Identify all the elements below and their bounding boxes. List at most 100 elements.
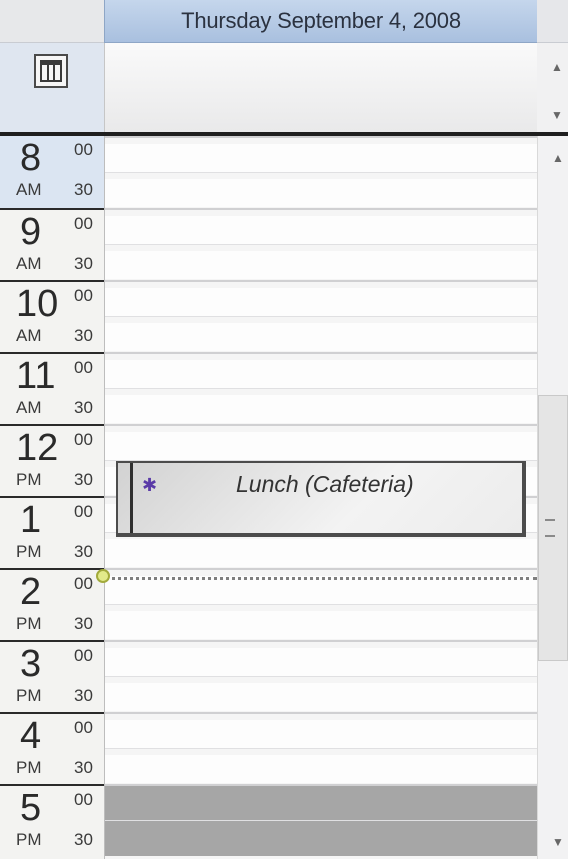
appointment-bullet-icon: ✱ (142, 475, 158, 495)
hour-label-9am: 9 00 AM 30 (0, 208, 104, 280)
day-header[interactable]: Thursday September 4, 2008 (104, 0, 538, 43)
time-slot-fill (105, 179, 537, 207)
ampm-label: PM (16, 758, 42, 777)
minute-30-label: 30 (74, 542, 93, 561)
time-slot-fill (105, 720, 537, 748)
time-slot[interactable] (105, 748, 537, 784)
ampm-label: PM (16, 542, 42, 561)
hour-label-12pm: 12 00 PM 30 (0, 424, 104, 496)
time-slot[interactable] (105, 244, 537, 280)
time-slot-fill (105, 288, 537, 316)
appointment-busy-bar (130, 463, 133, 533)
minute-00-label: 00 (74, 646, 93, 665)
appointment-block[interactable]: ✱ Lunch (Cafeteria) (116, 461, 526, 537)
time-gutter-header (0, 0, 104, 43)
ampm-label: PM (16, 686, 42, 705)
hour-number: 1 (20, 499, 42, 541)
minute-00-label: 00 (74, 214, 93, 233)
minute-30-label: 30 (74, 398, 93, 417)
time-slot[interactable] (105, 532, 537, 568)
hour-label-3pm: 3 00 PM 30 (0, 640, 104, 712)
all-day-event-area[interactable] (104, 43, 537, 132)
hour-number: 5 (20, 787, 42, 829)
ampm-label: AM (16, 180, 42, 199)
time-slot-fill (105, 144, 537, 172)
time-slot[interactable] (105, 676, 537, 712)
scroll-down-icon[interactable]: ▼ (552, 836, 564, 848)
current-time-line (105, 577, 537, 580)
minute-30-label: 30 (74, 180, 93, 199)
hour-number: 2 (20, 571, 42, 613)
time-slot[interactable] (105, 712, 537, 748)
time-slot-fill (105, 395, 537, 423)
minute-00-label: 00 (74, 574, 93, 593)
time-slot-fill (105, 755, 537, 783)
minute-00-label: 00 (74, 790, 93, 809)
minute-30-label: 30 (74, 830, 93, 849)
minute-00-label: 00 (74, 286, 93, 305)
time-slot[interactable] (105, 568, 537, 604)
ampm-label: PM (16, 614, 42, 633)
ampm-label: AM (16, 254, 42, 273)
hour-label-11am: 11 00 AM 30 (0, 352, 104, 424)
scrollbar-grip-icon (545, 519, 555, 537)
time-slot-fill (105, 216, 537, 244)
hour-label-1pm: 1 00 PM 30 (0, 496, 104, 568)
appointment-title: Lunch (Cafeteria) (236, 471, 414, 497)
all-day-scrollbar[interactable]: ▲ ▼ (537, 43, 568, 132)
ampm-label: AM (16, 398, 42, 417)
time-slot-fill (105, 251, 537, 279)
time-slot-fill (105, 323, 537, 351)
time-column: 8 00 AM 30 9 00 AM 30 10 00 AM 30 11 00 … (0, 136, 104, 859)
time-slot-fill (105, 360, 537, 388)
time-slot[interactable] (105, 316, 537, 352)
time-slot-fill (105, 683, 537, 711)
hour-label-4pm: 4 00 PM 30 (0, 712, 104, 784)
all-day-scroll-down-icon[interactable]: ▼ (551, 109, 563, 121)
ampm-label: AM (16, 326, 42, 345)
minute-00-label: 00 (74, 718, 93, 737)
time-slot-fill (105, 432, 537, 460)
scroll-up-icon[interactable]: ▲ (552, 152, 564, 164)
hour-number: 9 (20, 211, 42, 253)
hour-label-5pm: 5 00 PM 30 (0, 784, 104, 856)
ampm-label: PM (16, 830, 42, 849)
time-slot-fill (105, 611, 537, 639)
minute-30-label: 30 (74, 686, 93, 705)
hour-label-10am: 10 00 AM 30 (0, 280, 104, 352)
time-slot[interactable] (105, 172, 537, 208)
calendar-day-view-icon-glyph (40, 60, 62, 82)
hour-number: 4 (20, 715, 42, 757)
time-slot[interactable] (105, 136, 537, 172)
time-slot[interactable] (105, 388, 537, 424)
hour-number: 3 (20, 643, 42, 685)
time-slot-off-hours[interactable] (105, 784, 537, 820)
hour-label-2pm: 2 00 PM 30 (0, 568, 104, 640)
ampm-label: PM (16, 470, 42, 489)
minute-30-label: 30 (74, 326, 93, 345)
minute-30-label: 30 (74, 254, 93, 273)
time-slot[interactable] (105, 208, 537, 244)
minute-00-label: 00 (74, 502, 93, 521)
minute-00-label: 00 (74, 358, 93, 377)
time-slot[interactable] (105, 352, 537, 388)
minute-30-label: 30 (74, 614, 93, 633)
time-slot-fill (105, 539, 537, 567)
time-slot[interactable] (105, 604, 537, 640)
minute-00-label: 00 (74, 430, 93, 449)
time-slot-fill (105, 576, 537, 604)
all-day-scroll-up-icon[interactable]: ▲ (551, 61, 563, 73)
minute-30-label: 30 (74, 758, 93, 777)
time-slot-off-hours[interactable] (105, 820, 537, 856)
hour-number: 8 (20, 137, 42, 179)
time-slot[interactable] (105, 424, 537, 460)
hour-label-8am: 8 00 AM 30 (0, 136, 104, 208)
day-header-date: Thursday September 4, 2008 (181, 8, 461, 33)
hour-number: 11 (16, 355, 56, 397)
header-corner (537, 0, 568, 43)
minute-00-label: 00 (74, 140, 93, 159)
time-slot[interactable] (105, 640, 537, 676)
time-slot[interactable] (105, 280, 537, 316)
calendar-day-view-icon[interactable] (34, 54, 68, 88)
minute-30-label: 30 (74, 470, 93, 489)
